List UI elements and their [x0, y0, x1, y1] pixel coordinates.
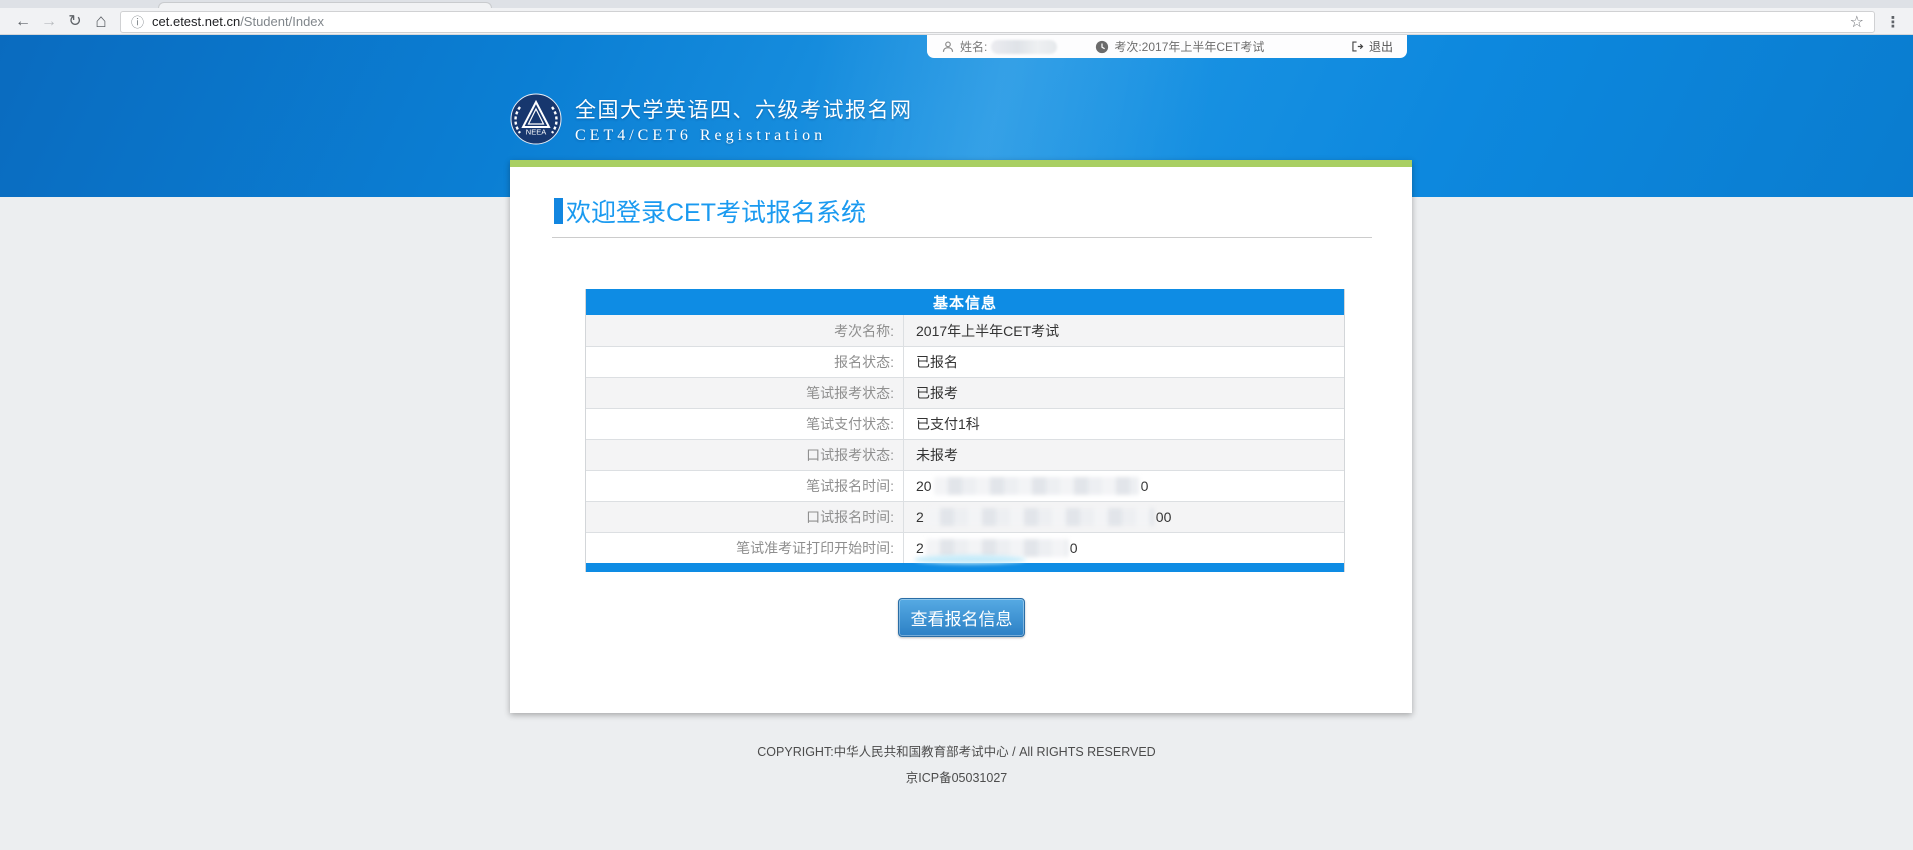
url-path: /Student/Index: [240, 14, 324, 29]
basic-info-table-body: 考次名称:2017年上半年CET考试报名状态:已报名笔试报考状态:已报考笔试支付…: [586, 315, 1344, 563]
address-bar[interactable]: ⓘ cet.etest.net.cn/Student/Index ☆: [120, 11, 1875, 33]
row-value: 20: [904, 533, 1344, 563]
browser-chrome: ← → ↻ ⌂ ⓘ cet.etest.net.cn/Student/Index…: [0, 0, 1913, 35]
page-info-icon[interactable]: ⓘ: [131, 12, 144, 31]
row-label: 报名状态:: [586, 347, 904, 377]
browser-active-tab[interactable]: [158, 2, 492, 8]
forward-icon[interactable]: →: [36, 9, 62, 35]
neea-logo: NEEA: [510, 93, 562, 145]
row-label: 笔试支付状态:: [586, 409, 904, 439]
user-bar: 姓名: 考次:2017年上半年CET考试 退出: [927, 35, 1407, 58]
user-icon: [941, 40, 955, 54]
heading-divider: [552, 237, 1372, 238]
row-value: 已支付1科: [904, 409, 1344, 439]
table-row: 笔试准考证打印开始时间:20: [586, 532, 1344, 563]
row-value: 已报名: [904, 347, 1344, 377]
site-brand: NEEA 全国大学英语四、六级考试报名网 CET4/CET6 Registrat…: [510, 93, 913, 145]
row-value: 200: [904, 502, 1344, 532]
row-label: 考次名称:: [586, 315, 904, 346]
redacted-date: [934, 477, 1139, 495]
url-host: cet.etest.net.cn: [152, 14, 240, 29]
url-text: cet.etest.net.cn/Student/Index: [152, 14, 324, 29]
exam-session: 考次:2017年上半年CET考试: [1095, 38, 1264, 55]
logout-icon: [1350, 40, 1364, 53]
basic-info-table: 基本信息 考次名称:2017年上半年CET考试报名状态:已报名笔试报考状态:已报…: [585, 289, 1345, 572]
back-icon[interactable]: ←: [10, 9, 36, 35]
table-bottom-strip: [586, 563, 1344, 572]
row-value: 2017年上半年CET考试: [904, 315, 1344, 346]
browser-toolbar: ← → ↻ ⌂ ⓘ cet.etest.net.cn/Student/Index…: [0, 8, 1913, 35]
home-icon[interactable]: ⌂: [88, 9, 114, 35]
user-name-redacted: [991, 40, 1057, 54]
exam-session-label: 考次:2017年上半年CET考试: [1114, 38, 1264, 55]
row-label: 笔试报考状态:: [586, 378, 904, 408]
main-card: 欢迎登录CET考试报名系统 基本信息 考次名称:2017年上半年CET考试报名状…: [510, 160, 1412, 713]
reload-icon[interactable]: ↻: [62, 9, 88, 35]
row-value: 已报考: [904, 378, 1344, 408]
browser-tab-strip: [0, 0, 1913, 8]
highlight-smudge: [914, 555, 1026, 564]
table-row: 口试报考状态:未报考: [586, 439, 1344, 470]
table-row: 笔试支付状态:已支付1科: [586, 408, 1344, 439]
heading-accent-bar: [554, 198, 563, 224]
table-header: 基本信息: [586, 289, 1344, 315]
logout-button[interactable]: 退出: [1350, 38, 1393, 55]
row-value: 未报考: [904, 440, 1344, 470]
footer-copyright: COPYRIGHT:中华人民共和国教育部考试中心 / All RIGHTS RE…: [0, 741, 1913, 760]
table-row: 考次名称:2017年上半年CET考试: [586, 315, 1344, 346]
row-label: 笔试报名时间:: [586, 471, 904, 501]
card-top-strip: [510, 160, 1412, 167]
site-subtitle: CET4/CET6 Registration: [575, 127, 913, 145]
table-row: 笔试报考状态:已报考: [586, 377, 1344, 408]
footer-icp: 京ICP备05031027: [0, 767, 1913, 786]
browser-menu-icon[interactable]: ⋮: [1883, 13, 1903, 31]
bookmark-star-icon[interactable]: ☆: [1850, 12, 1864, 32]
table-row: 口试报名时间:200: [586, 501, 1344, 532]
view-registration-button[interactable]: 查看报名信息: [898, 598, 1025, 637]
redacted-date: [926, 539, 1068, 557]
exam-session-icon: [1095, 40, 1109, 54]
logout-label: 退出: [1369, 38, 1393, 55]
row-label: 口试报名时间:: [586, 502, 904, 532]
page-heading: 欢迎登录CET考试报名系统: [554, 193, 866, 229]
row-label: 笔试准考证打印开始时间:: [586, 533, 904, 563]
redacted-date: [926, 508, 1154, 526]
svg-text:NEEA: NEEA: [526, 128, 546, 137]
brand-text: 全国大学英语四、六级考试报名网 CET4/CET6 Registration: [575, 94, 913, 145]
user-name-label: 姓名:: [960, 38, 987, 55]
row-label: 口试报考状态:: [586, 440, 904, 470]
table-row: 笔试报名时间:200: [586, 470, 1344, 501]
site-title: 全国大学英语四、六级考试报名网: [575, 94, 913, 124]
row-value: 200: [904, 471, 1344, 501]
page-title: 欢迎登录CET考试报名系统: [566, 193, 866, 229]
table-row: 报名状态:已报名: [586, 346, 1344, 377]
